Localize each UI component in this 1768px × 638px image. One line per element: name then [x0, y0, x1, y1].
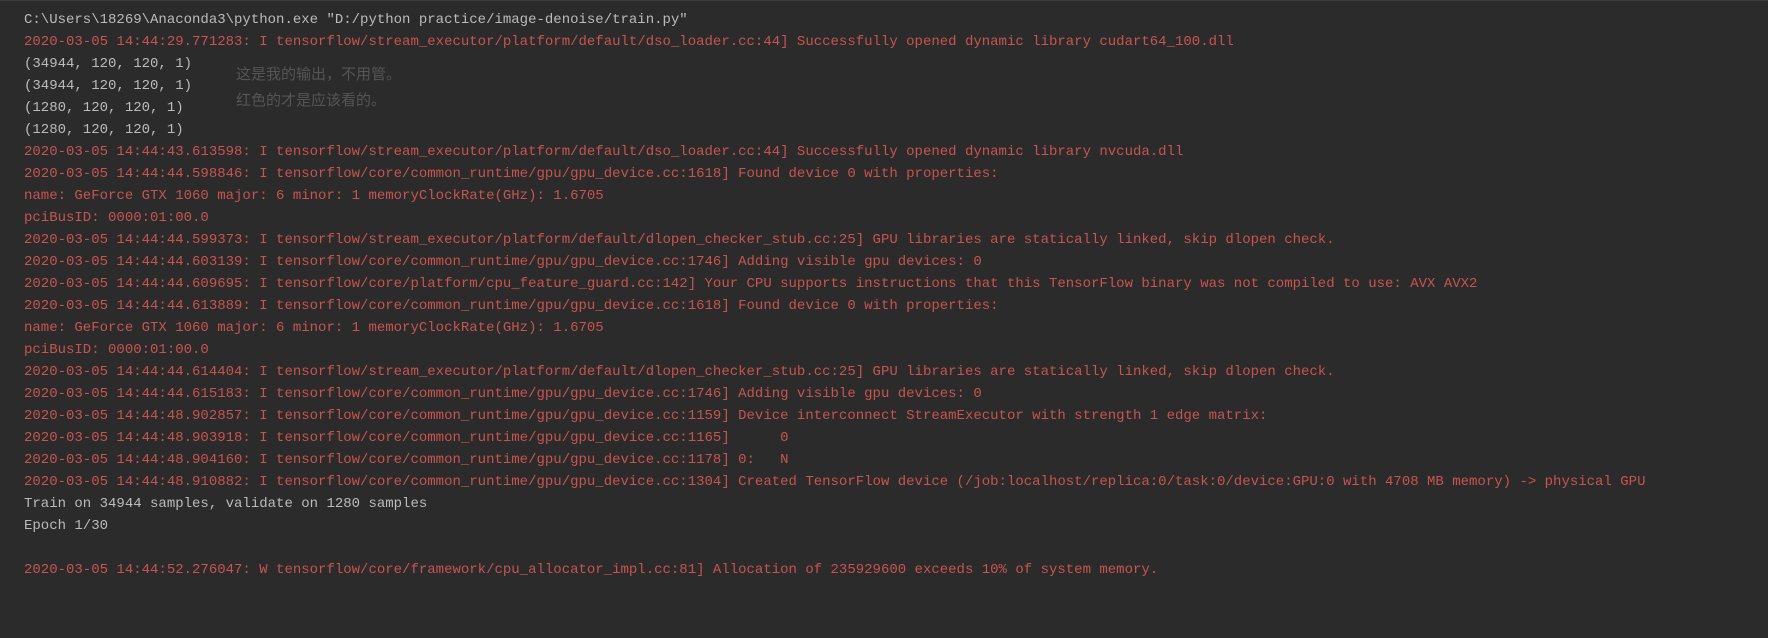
console-line: 2020-03-05 14:44:44.603139: I tensorflow… [0, 251, 1768, 273]
user-annotation: 这是我的输出，不用管。红色的才是应该看的。 [236, 62, 406, 114]
console-line: C:\Users\18269\Anaconda3\python.exe "D:/… [0, 9, 1768, 31]
console-line: 2020-03-05 14:44:48.904160: I tensorflow… [0, 449, 1768, 471]
console-line: 2020-03-05 14:44:43.613598: I tensorflow… [0, 141, 1768, 163]
console-line: 2020-03-05 14:44:44.598846: I tensorflow… [0, 163, 1768, 185]
console-line: 2020-03-05 14:44:52.276047: W tensorflow… [0, 559, 1768, 581]
console-line: pciBusID: 0000:01:00.0 [0, 207, 1768, 229]
console-line: 2020-03-05 14:44:48.903918: I tensorflow… [0, 427, 1768, 449]
console-line: Train on 34944 samples, validate on 1280… [0, 493, 1768, 515]
console-line: name: GeForce GTX 1060 major: 6 minor: 1… [0, 317, 1768, 339]
console-line [0, 537, 1768, 559]
console-line: 2020-03-05 14:44:44.609695: I tensorflow… [0, 273, 1768, 295]
console-line: Epoch 1/30 [0, 515, 1768, 537]
console-line: name: GeForce GTX 1060 major: 6 minor: 1… [0, 185, 1768, 207]
console-line: 2020-03-05 14:44:44.599373: I tensorflow… [0, 229, 1768, 251]
console-line: 2020-03-05 14:44:44.615183: I tensorflow… [0, 383, 1768, 405]
console-line: 2020-03-05 14:44:48.902857: I tensorflow… [0, 405, 1768, 427]
console-line: pciBusID: 0000:01:00.0 [0, 339, 1768, 361]
console-line: (1280, 120, 120, 1) [0, 119, 1768, 141]
console-line: 2020-03-05 14:44:48.910882: I tensorflow… [0, 471, 1768, 493]
console-line: 2020-03-05 14:44:29.771283: I tensorflow… [0, 31, 1768, 53]
console-line: 2020-03-05 14:44:44.613889: I tensorflow… [0, 295, 1768, 317]
console-line: 2020-03-05 14:44:44.614404: I tensorflow… [0, 361, 1768, 383]
